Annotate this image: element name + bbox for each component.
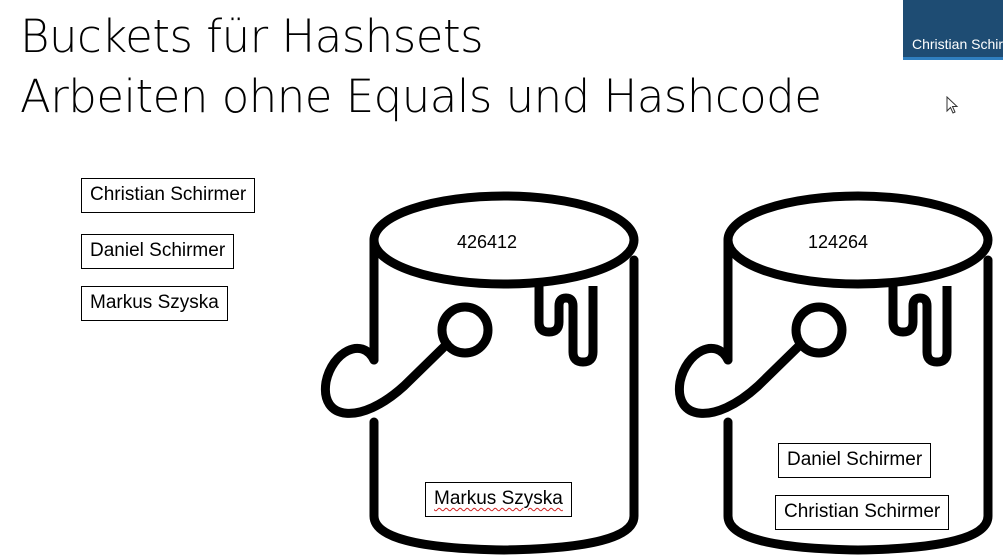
bucket-entry-label: Markus Szyska [434,488,563,509]
bucket-entry-label: Daniel Schirmer [787,449,923,470]
bucket-entry-label: Christian Schirmer [784,501,941,522]
bucket-right-entry-daniel-schirmer: Daniel Schirmer [778,443,932,478]
bucket-right-entry-christian-schirmer: Christian Schirmer [775,495,950,530]
bucket-hash-label-left: 426412 [457,232,518,252]
mouse-pointer-icon [946,96,959,114]
presentation-slide: Buckets für Hashsets Arbeiten ohne Equal… [0,0,1003,558]
bucket-left-entry-markus-szyska: Markus Szyska [425,482,572,517]
bucket-hash-label-right: 124264 [808,232,869,252]
